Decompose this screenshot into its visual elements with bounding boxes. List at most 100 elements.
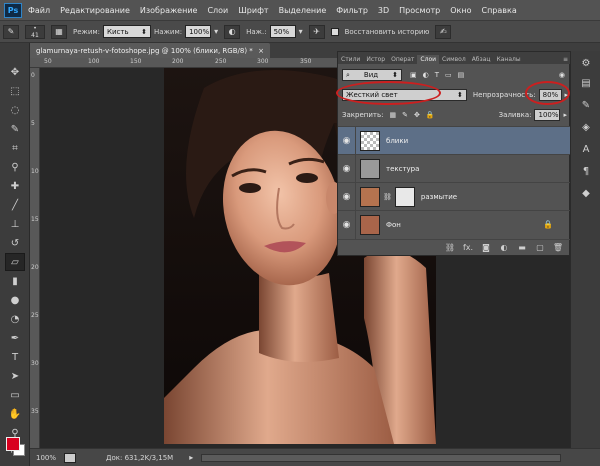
menu-image[interactable]: Изображение — [140, 6, 198, 15]
layer-mask-thumbnail[interactable] — [394, 186, 415, 207]
menu-window[interactable]: Окно — [450, 6, 471, 15]
horizontal-scrollbar[interactable] — [201, 453, 562, 462]
ruler-tick: 300 — [257, 58, 269, 65]
restore-history-checkbox[interactable] — [330, 27, 339, 36]
adjustment-icon[interactable]: ◐ — [499, 243, 509, 253]
menu-layers[interactable]: Слои — [207, 6, 228, 15]
tab-character[interactable]: Символ — [439, 55, 469, 64]
pressure-opacity-icon[interactable]: ◐ — [224, 24, 241, 39]
brush-size-picker[interactable]: • 41 — [25, 24, 45, 39]
brush-panel-icon[interactable]: ✎ — [577, 97, 595, 113]
filter-adjust-icon[interactable]: ◐ — [423, 71, 429, 79]
lock-position-icon[interactable]: ✥ — [414, 111, 420, 119]
document-tab[interactable]: glamurnaya-retush-v-fotoshope.jpg @ 100%… — [30, 43, 270, 58]
properties-icon[interactable]: ▤ — [577, 75, 595, 91]
trash-icon[interactable]: 🗑 — [553, 243, 563, 253]
eye-icon[interactable]: ◉ — [338, 210, 356, 239]
eyedropper-icon[interactable]: ⚲ — [5, 158, 25, 176]
menu-file[interactable]: Файл — [28, 6, 50, 15]
mask-icon[interactable]: ◙ — [481, 243, 491, 253]
ruler-tick: 30 — [31, 360, 39, 367]
flow-label: Наж.: — [246, 27, 267, 36]
airbrush-icon[interactable]: ✈ — [308, 24, 325, 39]
filter-shape-icon[interactable]: ▭ — [445, 71, 452, 79]
paragraph-icon[interactable]: ¶ — [577, 163, 595, 179]
layer-row[interactable]: ◉ ⛓ размытие — [338, 182, 571, 211]
eraser-icon[interactable]: ▱ — [5, 253, 25, 271]
shape-tool-icon[interactable]: ▭ — [5, 386, 25, 404]
menu-type[interactable]: Шрифт — [238, 6, 268, 15]
tab-history[interactable]: Истор — [363, 55, 388, 64]
menu-select[interactable]: Выделение — [279, 6, 327, 15]
hand-tool-icon[interactable]: ✋ — [5, 405, 25, 423]
eye-icon[interactable]: ◉ — [338, 182, 356, 211]
mode-select[interactable]: Кисть ⬍ — [103, 25, 152, 38]
status-arrow-icon[interactable]: ▸ — [189, 453, 193, 462]
move-tool-icon[interactable]: ✥ — [5, 63, 25, 81]
layers-icon[interactable]: ◈ — [577, 119, 595, 135]
brush-tool-icon[interactable]: ╱ — [5, 196, 25, 214]
lock-transparent-icon[interactable]: ▦ — [389, 111, 396, 119]
history-brush-icon[interactable]: ↺ — [5, 234, 25, 252]
filter-type-icon[interactable]: T — [435, 71, 439, 79]
pen-tool-icon[interactable]: ✒ — [5, 329, 25, 347]
filter-toggle-icon[interactable]: ◉ — [559, 71, 565, 79]
tab-paragraph[interactable]: Абзац — [469, 55, 494, 64]
brush-preset-icon[interactable]: ✎ — [3, 24, 19, 39]
filter-kind-select[interactable]: ⌕ Вид ⬍ — [342, 69, 402, 81]
path-select-icon[interactable]: ➤ — [5, 367, 25, 385]
layer-row[interactable]: ◉ Фон 🔒 — [338, 210, 571, 239]
close-tab-icon[interactable]: × — [258, 47, 264, 55]
pressure-arrow-icon[interactable]: ▾ — [214, 27, 218, 36]
crop-tool-icon[interactable]: ⌗ — [5, 139, 25, 157]
document-tab-title: glamurnaya-retush-v-fotoshope.jpg @ 100%… — [36, 46, 253, 55]
export-icon[interactable] — [64, 452, 77, 463]
eye-icon[interactable]: ◉ — [338, 154, 356, 183]
marquee-tool-icon[interactable]: ⬚ — [5, 82, 25, 100]
tab-styles[interactable]: Стили — [338, 55, 363, 64]
lock-all-icon[interactable]: 🔒 — [426, 111, 435, 119]
healing-brush-icon[interactable]: ✚ — [5, 177, 25, 195]
filter-pixel-icon[interactable]: ▣ — [410, 71, 417, 79]
flow-field[interactable]: 50% — [269, 25, 296, 38]
channels-icon[interactable]: A — [577, 141, 595, 157]
layer-row[interactable]: ◉ текстура — [338, 154, 571, 183]
lasso-tool-icon[interactable]: ◌ — [5, 101, 25, 119]
link-layers-icon[interactable]: ⛓ — [445, 243, 455, 253]
folder-icon[interactable]: ▬ — [517, 243, 527, 253]
brush-size: 41 — [31, 31, 39, 39]
dodge-icon[interactable]: ◔ — [5, 310, 25, 328]
gradient-icon[interactable]: ▮ — [5, 272, 25, 290]
blur-icon[interactable]: ● — [5, 291, 25, 309]
quick-select-icon[interactable]: ✎ — [5, 120, 25, 138]
menu-help[interactable]: Справка — [481, 6, 516, 15]
brush-panel-icon[interactable]: ▦ — [51, 24, 67, 39]
eye-icon[interactable]: ◉ — [338, 126, 356, 155]
restore-history-label: Восстановить историю — [344, 27, 430, 36]
tab-actions[interactable]: Операт — [388, 55, 417, 64]
ruler-tick: 250 — [215, 58, 227, 65]
layer-row[interactable]: ◉ блики — [338, 126, 571, 155]
navigator-icon[interactable]: ◆ — [577, 185, 595, 201]
pressure-field[interactable]: 100% — [185, 25, 212, 38]
history-panel-icon[interactable]: ⚙ — [577, 55, 595, 71]
zoom-level[interactable]: 100% — [36, 454, 56, 462]
menu-filter[interactable]: Фильтр — [336, 6, 368, 15]
filter-smart-icon[interactable]: ▤ — [458, 71, 465, 79]
new-layer-icon[interactable]: ▢ — [535, 243, 545, 253]
menu-view[interactable]: Просмотр — [399, 6, 440, 15]
fill-field[interactable]: 100% — [534, 109, 561, 121]
type-tool-icon[interactable]: T — [5, 348, 25, 366]
fill-arrow-icon[interactable]: ▸ — [563, 111, 567, 119]
lock-pixels-icon[interactable]: ✎ — [402, 111, 408, 119]
menu-edit[interactable]: Редактирование — [60, 6, 130, 15]
layer-name: блики — [386, 136, 409, 145]
tab-channels[interactable]: Каналы — [493, 55, 523, 64]
tab-layers[interactable]: Слои — [417, 55, 440, 64]
clone-stamp-icon[interactable]: ⊥ — [5, 215, 25, 233]
flow-arrow-icon[interactable]: ▾ — [299, 27, 303, 36]
pressure-size-icon[interactable]: ✍ — [435, 24, 452, 39]
fx-icon[interactable]: fx. — [463, 243, 473, 253]
foreground-color-swatch[interactable] — [6, 437, 20, 451]
menu-3d[interactable]: 3D — [378, 6, 389, 15]
